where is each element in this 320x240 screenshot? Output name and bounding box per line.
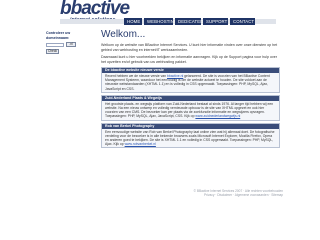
news-box: Zuid-Nederland Plaats & Wegwijs Het groo… [101, 94, 280, 121]
nav-home[interactable]: HOME [124, 18, 142, 25]
main-content: Welkom... Welkom op de website van BBact… [101, 30, 281, 150]
intro-paragraph-2: Daarnaast kunt u hier voorbeelden bekijk… [101, 55, 278, 64]
intro-paragraph-1: Welkom op de website van BBactive Intern… [101, 43, 278, 52]
footer-links[interactable]: Privacy · Disclaimer · Algemene voorwaar… [188, 193, 283, 197]
news-box: De bbactive website nieuwe versie Recent… [101, 67, 280, 93]
news-box-link[interactable]: www.robvanberkel.nl [125, 142, 156, 146]
page-title: Welkom... [101, 29, 146, 40]
nav-support[interactable]: SUPPORT [203, 18, 228, 25]
news-box: Rob van Berkel Photography Een eenvoudig… [101, 122, 280, 149]
news-box-body: Een eenvoudige website van Rob van Berke… [102, 128, 279, 148]
news-box-text: Het grootste plaats- en wegwijs platform… [105, 101, 274, 119]
nav-dedicated[interactable]: DEDICATED [175, 18, 203, 25]
domain-input[interactable] [46, 42, 64, 47]
nav-webhosting[interactable]: WEBHOSTING [144, 18, 177, 25]
domain-check-widget: Controleer uw domeinnaam: .nl Check [46, 31, 86, 54]
nav-contact[interactable]: CONTACT [230, 18, 255, 25]
news-box-body: Het grootste plaats- en wegwijs platform… [102, 100, 279, 120]
news-box-link[interactable]: www.zuidnederlandwegwijs.nl [195, 114, 240, 118]
domain-check-title: Controleer uw domeinnaam: [46, 31, 71, 40]
check-button[interactable]: Check [46, 49, 59, 54]
domain-extension-select[interactable]: .nl [66, 42, 76, 47]
main-nav: HOME WEBHOSTING DEDICATED SUPPORT CONTAC… [124, 18, 255, 25]
news-box-body: Recent hebben we de nieuwe versie van bb… [102, 73, 279, 92]
footer: © BBactive Internet Services 2007 · Alle… [188, 189, 283, 197]
